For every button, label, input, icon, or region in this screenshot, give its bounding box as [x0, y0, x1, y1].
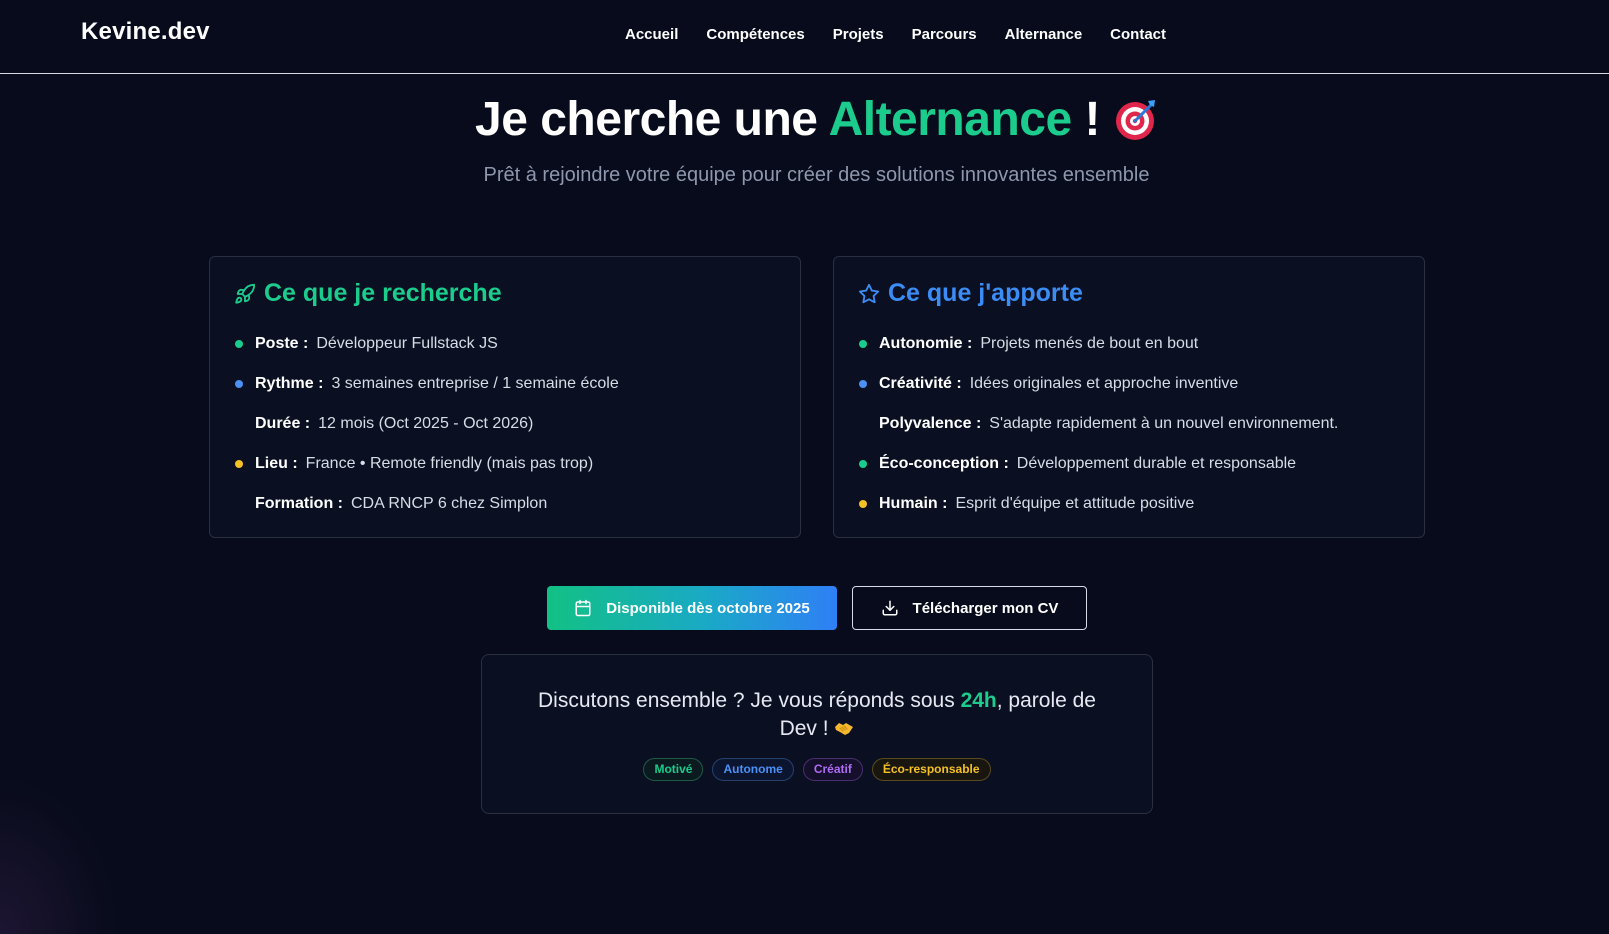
- hero-title: Je cherche une Alternance !: [0, 92, 1609, 147]
- row-value: Idées originales et approche inventive: [969, 375, 1239, 392]
- row-value: Développement durable et responsable: [1016, 455, 1297, 472]
- cta-text-accent: 24h: [960, 689, 997, 712]
- nav-link-contact[interactable]: Contact: [1110, 26, 1166, 43]
- bullet-dot: [859, 460, 867, 468]
- nav-link-parcours[interactable]: Parcours: [912, 26, 977, 43]
- list-item: Autonomie : Projets menés de bout en bou…: [858, 324, 1400, 364]
- row-key: Rythme :: [255, 375, 324, 392]
- bullet-dot: [859, 380, 867, 388]
- list-item: Lieu : France • Remote friendly (mais pa…: [234, 444, 776, 484]
- row-key: Durée :: [255, 415, 311, 432]
- cta-text: Discutons ensemble ? Je vous réponds sou…: [522, 687, 1112, 743]
- download-cv-button[interactable]: Télécharger mon CV: [852, 586, 1087, 630]
- card-what-i-bring-header: Ce que j'apporte: [858, 279, 1400, 308]
- row-value: Projets menés de bout en bout: [980, 335, 1199, 352]
- list-item: Polyvalence : S'adapte rapidement à un n…: [858, 404, 1400, 444]
- tag-creatif: Créatif: [802, 758, 863, 781]
- card-what-i-bring-title: Ce que j'apporte: [888, 279, 1083, 307]
- tag-autonome: Autonome: [712, 758, 794, 781]
- row-value: S'adapte rapidement à un nouvel environn…: [989, 415, 1339, 432]
- card-what-i-bring: Ce que j'apporte Autonomie : Projets men…: [833, 256, 1425, 538]
- download-cv-button-label: Télécharger mon CV: [912, 599, 1059, 617]
- rocket-icon: [235, 283, 256, 304]
- row-value: Esprit d'équipe et attitude positive: [955, 495, 1195, 512]
- calendar-icon: [575, 599, 591, 617]
- list-item: Créativité : Idées originales et approch…: [858, 364, 1400, 404]
- nav-links: Accueil Compétences Projets Parcours Alt…: [625, 26, 1166, 43]
- bullet-dot: [859, 500, 867, 508]
- site-logo[interactable]: Kevine.dev: [81, 18, 210, 46]
- row-value: France • Remote friendly (mais pas trop): [305, 455, 594, 472]
- row-key: Humain :: [879, 495, 948, 512]
- row-key: Lieu :: [255, 455, 298, 472]
- tag-motive: Motivé: [643, 758, 704, 781]
- hero-title-accent: Alternance: [828, 93, 1073, 146]
- row-key: Éco-conception :: [879, 455, 1009, 472]
- hero-title-suffix: !: [1071, 93, 1100, 146]
- tag-list: Motivé Autonome Créatif Éco-responsable: [482, 758, 1152, 781]
- list-item: Durée : 12 mois (Oct 2025 - Oct 2026): [234, 404, 776, 444]
- top-navbar: Kevine.dev Accueil Compétences Projets P…: [0, 0, 1609, 74]
- row-key: Autonomie :: [879, 335, 973, 352]
- row-value: 3 semaines entreprise / 1 semaine école: [331, 375, 619, 392]
- star-icon: [858, 283, 880, 303]
- handshake-icon: [834, 718, 854, 738]
- cta-text-before: Discutons ensemble ? Je vous réponds sou…: [537, 689, 961, 712]
- row-value: Développeur Fullstack JS: [316, 335, 498, 352]
- bullet-dot: [235, 460, 243, 468]
- card-looking-for: Ce que je recherche Poste : Développeur …: [209, 256, 801, 538]
- card-looking-for-header: Ce que je recherche: [234, 279, 776, 308]
- bullet-dot: [235, 420, 243, 428]
- row-key: Créativité :: [879, 375, 962, 392]
- row-key: Formation :: [255, 495, 343, 512]
- available-button[interactable]: Disponible dès octobre 2025: [547, 586, 837, 630]
- bullet-dot: [235, 380, 243, 388]
- row-key: Poste :: [255, 335, 309, 352]
- tag-eco-responsable: Éco-responsable: [871, 758, 991, 781]
- bullet-dot: [859, 340, 867, 348]
- nav-link-competences[interactable]: Compétences: [706, 26, 804, 43]
- row-key: Polyvalence :: [879, 415, 982, 432]
- contact-cta-box: Discutons ensemble ? Je vous réponds sou…: [481, 654, 1153, 814]
- nav-link-alternance[interactable]: Alternance: [1005, 26, 1083, 43]
- nav-link-accueil[interactable]: Accueil: [625, 26, 678, 43]
- list-item: Rythme : 3 semaines entreprise / 1 semai…: [234, 364, 776, 404]
- bullet-dot: [235, 500, 243, 508]
- target-icon: [1114, 97, 1158, 141]
- list-item: Formation : CDA RNCP 6 chez Simplon: [234, 484, 776, 524]
- row-value: CDA RNCP 6 chez Simplon: [351, 495, 548, 512]
- list-item: Poste : Développeur Fullstack JS: [234, 324, 776, 364]
- row-value: 12 mois (Oct 2025 - Oct 2026): [318, 415, 534, 432]
- hero-subtitle: Prêt à rejoindre votre équipe pour créer…: [483, 164, 1150, 186]
- list-item: Humain : Esprit d'équipe et attitude pos…: [858, 484, 1400, 524]
- download-icon: [882, 600, 898, 616]
- hero-title-prefix: Je cherche une: [475, 93, 829, 146]
- available-button-label: Disponible dès octobre 2025: [606, 599, 810, 617]
- list-item: Éco-conception : Développement durable e…: [858, 444, 1400, 484]
- nav-link-projets[interactable]: Projets: [833, 26, 884, 43]
- card-looking-for-title: Ce que je recherche: [264, 279, 502, 307]
- bullet-dot: [235, 340, 243, 348]
- bullet-dot: [859, 420, 867, 428]
